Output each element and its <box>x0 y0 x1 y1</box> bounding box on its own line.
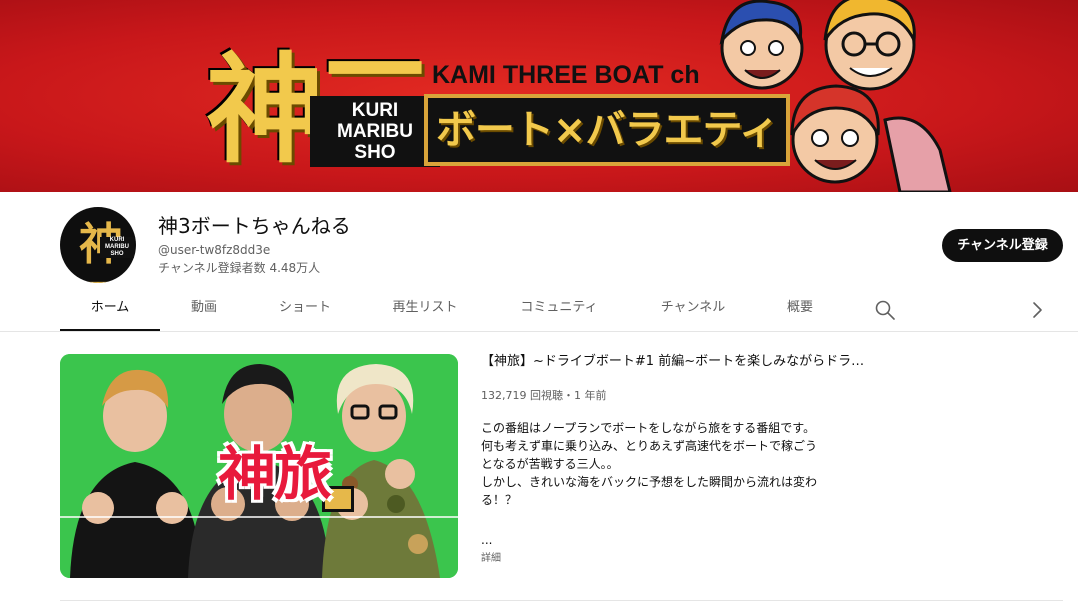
channel-tabs: ホーム 動画 ショート 再生リスト コミュニティ チャンネル 概要 <box>0 288 1078 332</box>
channel-name: 神3ボートちゃんねる <box>158 214 351 238</box>
thumbnail-title-text: 神旅 <box>217 440 332 508</box>
tab-shorts[interactable]: ショート <box>262 288 348 331</box>
description-line: る！？ <box>481 493 518 507</box>
description-line: この番組はノープランでボートをしながら旅をする番組です。 <box>481 421 816 435</box>
banner-title-top: KAMI THREE BOAT ch <box>432 61 700 89</box>
description-ellipsis: ... <box>481 533 493 547</box>
description-line: しかし、きれいな海をバックに予想をした瞬間から流れは変わ <box>481 475 818 489</box>
channel-subscriber-count: チャンネル登録者数 4.48万人 <box>158 261 321 275</box>
featured-video-title[interactable]: 【神旅】~ドライブボート#1 前編~ボートを楽しみながらドラ… <box>481 352 871 372</box>
section-divider <box>60 600 1063 601</box>
tab-about[interactable]: 概要 <box>776 288 824 331</box>
subscribe-button[interactable]: チャンネル登録 <box>942 229 1063 262</box>
channel-handle: @user-tw8fz8dd3e <box>158 243 271 257</box>
tab-home[interactable]: ホーム <box>60 288 160 331</box>
tab-channels[interactable]: チャンネル <box>648 288 738 331</box>
description-line: 何も考えず車に乗り込み、とりあえず高速代をボートで稼ごう <box>481 439 818 453</box>
chevron-right-icon[interactable] <box>1025 298 1049 322</box>
description-line: となるが苦戦する三人。。 <box>481 457 619 471</box>
banner-logo: 神三 KURI MARIBU SHO <box>206 40 440 180</box>
description-more-link[interactable]: 詳細 <box>481 551 531 567</box>
featured-video-thumbnail[interactable]: 神旅 <box>60 354 458 578</box>
tab-videos[interactable]: 動画 <box>172 288 236 331</box>
tab-playlists[interactable]: 再生リスト <box>378 288 472 331</box>
avatar-logo-subtext: KURI MARIBU SHO <box>100 237 134 258</box>
channel-avatar[interactable]: 神三 KURI MARIBU SHO <box>60 207 136 283</box>
channel-banner: 神三 KURI MARIBU SHO KAMI THREE BOAT ch ボー… <box>0 0 1078 192</box>
featured-video-description: この番組はノープランでボートをしながら旅をする番組です。 何も考えず車に乗り込み… <box>481 419 861 509</box>
banner-characters-illustration <box>719 0 952 192</box>
tab-community[interactable]: コミュニティ <box>508 288 610 331</box>
featured-video-meta: 132,719 回視聴・1 年前 <box>481 389 607 402</box>
banner-logo-subtext: KURI MARIBU SHO <box>310 96 440 167</box>
search-icon[interactable] <box>873 298 897 322</box>
